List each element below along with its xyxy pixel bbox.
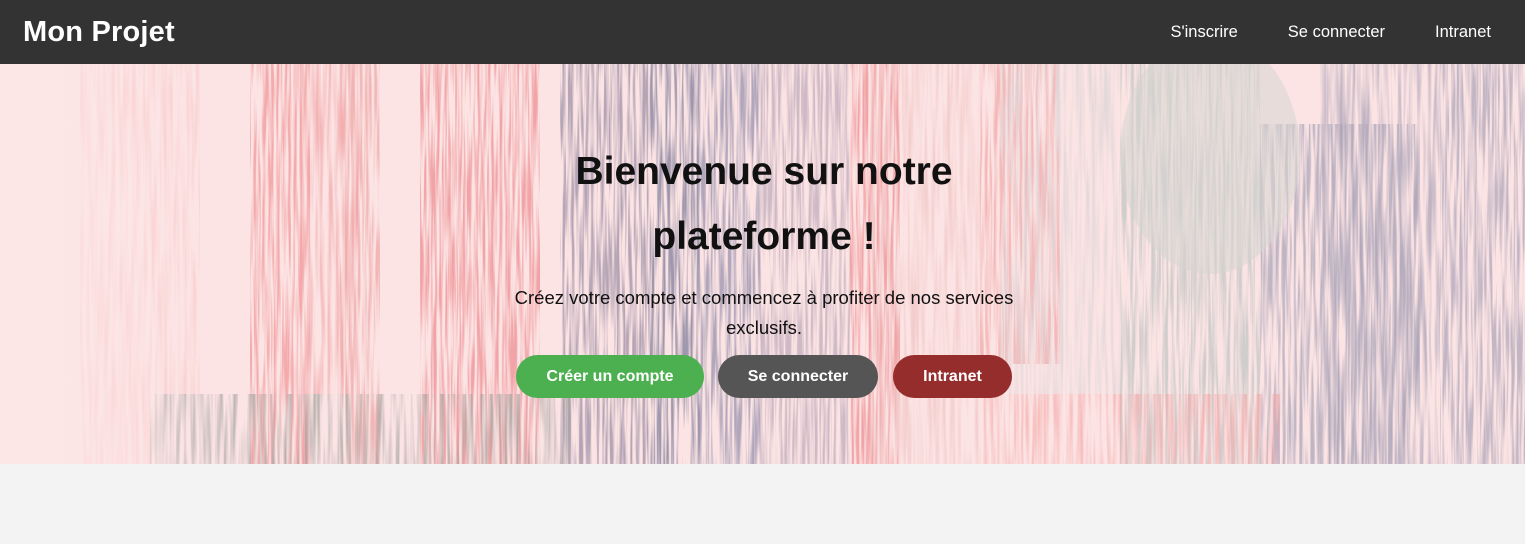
hero-button-row: Créer un compte Se connecter Intranet <box>0 355 1525 398</box>
nav-link-login[interactable]: Se connecter <box>1288 23 1385 42</box>
login-button[interactable]: Se connecter <box>718 355 878 398</box>
create-account-button[interactable]: Créer un compte <box>516 355 704 398</box>
nav-link-intranet[interactable]: Intranet <box>1435 23 1491 42</box>
brand-title[interactable]: Mon Projet <box>23 16 175 49</box>
hero-subtitle: Créez votre compte et commencez à profit… <box>514 287 1014 338</box>
nav-link-signup[interactable]: S'inscrire <box>1170 23 1237 42</box>
top-navbar: Mon Projet S'inscrire Se connecter Intra… <box>0 0 1525 64</box>
hero-content: Bienvenue sur notre plateforme ! Créez v… <box>0 64 1525 464</box>
hero-title: Bienvenue sur notre plateforme ! <box>575 150 953 258</box>
nav-links: S'inscrire Se connecter Intranet <box>1120 23 1491 42</box>
intranet-button[interactable]: Intranet <box>893 355 1012 398</box>
hero-section: Bienvenue sur notre plateforme ! Créez v… <box>0 64 1525 464</box>
